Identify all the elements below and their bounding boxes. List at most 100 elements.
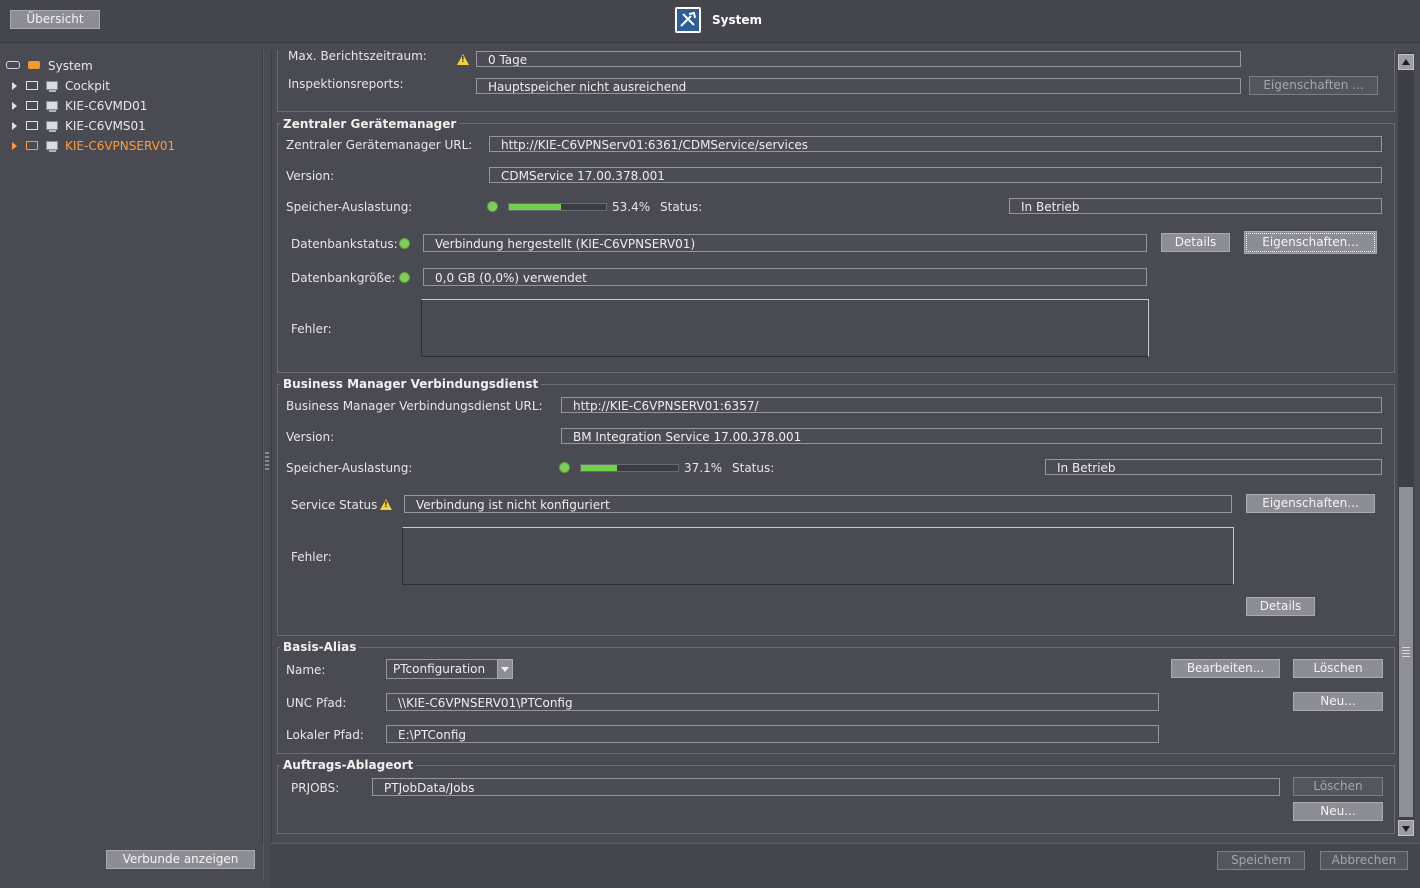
network-icon: [6, 61, 20, 69]
jobs-prjobs-label: PRJOBS:: [291, 781, 340, 795]
tree-item-system[interactable]: System: [6, 57, 206, 75]
status-ok-icon: [487, 201, 498, 212]
bmc-properties-button[interactable]: Eigenschaften...: [1246, 494, 1375, 513]
cdm-db-status-field[interactable]: Verbindung hergestellt (KIE-C6VPNSERV01): [423, 234, 1147, 252]
window-title: System: [712, 13, 762, 27]
jobs-group: [277, 765, 1395, 834]
computer-icon: [46, 141, 58, 152]
jobs-prjobs-field[interactable]: PTJobData/Jobs: [372, 778, 1280, 796]
jobs-new-button[interactable]: Neu...: [1293, 802, 1383, 821]
save-button[interactable]: Speichern: [1217, 851, 1305, 870]
bmc-service-status-field[interactable]: Verbindung ist nicht konfiguriert: [404, 495, 1232, 513]
bmc-error-label: Fehler:: [291, 550, 332, 564]
overview-button[interactable]: Übersicht: [10, 10, 100, 29]
bottom-bar: Speichern Abbrechen: [270, 843, 1420, 888]
inspection-reports-field[interactable]: Hauptspeicher nicht ausreichend: [476, 78, 1241, 94]
panel-splitter[interactable]: [263, 50, 272, 880]
tree-item-label: KIE-C6VPNSERV01: [65, 139, 176, 153]
bmc-memory-percent: 37.1%: [684, 461, 723, 475]
cdm-group-title: Zentraler Gerätemanager: [280, 117, 460, 131]
bmc-memory-bar: [580, 464, 679, 472]
tree-item-label: Cockpit: [65, 79, 110, 93]
cdm-status-field[interactable]: In Betrieb: [1009, 198, 1382, 214]
scrollbar-thumb[interactable]: [1399, 487, 1413, 817]
bmc-url-label: Business Manager Verbindungsdienst URL:: [286, 399, 543, 413]
tree-expand-icon[interactable]: [12, 142, 17, 150]
cdm-memory-bar: [508, 203, 607, 211]
tree-expand-icon[interactable]: [12, 82, 17, 90]
bmc-details-button[interactable]: Details: [1246, 597, 1315, 616]
cdm-memory-label: Speicher-Auslastung:: [286, 200, 413, 214]
bmc-service-status-label: Service Status: [291, 498, 378, 512]
report-period-field[interactable]: 0 Tage: [476, 51, 1241, 67]
dropdown-arrow-icon[interactable]: [497, 659, 513, 679]
bmc-url-field[interactable]: http://KIE-C6VPNSERV01:6357/: [561, 397, 1382, 413]
bmc-memory-label: Speicher-Auslastung:: [286, 461, 413, 475]
cdm-db-status-label: Datenbankstatus:: [291, 237, 398, 251]
bmc-error-textarea[interactable]: [402, 527, 1234, 585]
inspection-properties-button[interactable]: Eigenschaften ...: [1249, 76, 1378, 95]
bmc-memory-bar-fill: [581, 465, 617, 471]
tree-item-kie-c6vpnserv01[interactable]: KIE-C6VPNSERV01: [12, 137, 212, 155]
cdm-error-label: Fehler:: [291, 322, 332, 336]
system-icon: [675, 7, 701, 33]
cdm-details-button[interactable]: Details: [1161, 233, 1230, 252]
status-ok-icon: [559, 462, 570, 473]
alias-name-label: Name:: [286, 663, 326, 677]
report-period-label: Max. Berichtszeitraum:: [288, 50, 427, 63]
top-bar: Übersicht System: [0, 0, 1420, 43]
alias-new-button[interactable]: Neu...: [1293, 692, 1383, 711]
vertical-scrollbar[interactable]: [1398, 52, 1414, 836]
navigation-panel: System Cockpit KIE-C6VMD01 KIE-C6VMS01 K…: [0, 50, 263, 869]
tree-item-cockpit[interactable]: Cockpit: [12, 77, 212, 95]
bmc-group-title: Business Manager Verbindungsdienst: [280, 377, 542, 391]
cdm-url-field[interactable]: http://KIE-C6VPNServ01:6361/CDMService/s…: [489, 136, 1382, 152]
jobs-delete-button[interactable]: Löschen: [1293, 777, 1383, 796]
tree-item-label: System: [48, 59, 93, 73]
computer-icon: [46, 121, 58, 132]
folder-icon: [26, 101, 38, 110]
cdm-properties-button[interactable]: Eigenschaften...: [1244, 231, 1377, 254]
cdm-db-size-field[interactable]: 0,0 GB (0,0%) verwendet: [423, 268, 1147, 286]
cdm-version-label: Version:: [286, 169, 335, 183]
computer-icon: [46, 101, 58, 112]
warning-icon: [380, 499, 392, 510]
cdm-status-label: Status:: [660, 200, 703, 214]
cdm-error-textarea[interactable]: [421, 299, 1149, 357]
status-ok-icon: [399, 272, 410, 283]
cdm-version-field[interactable]: CDMService 17.00.378.001: [489, 167, 1382, 183]
bmc-status-field[interactable]: In Betrieb: [1045, 459, 1382, 475]
cdm-url-label: Zentraler Gerätemanager URL:: [286, 138, 473, 152]
bmc-version-label: Version:: [286, 430, 335, 444]
alias-delete-button[interactable]: Löschen: [1293, 659, 1383, 678]
cancel-button[interactable]: Abbrechen: [1320, 851, 1408, 870]
alias-edit-button[interactable]: Bearbeiten...: [1171, 659, 1280, 678]
tree-item-kie-c6vms01[interactable]: KIE-C6VMS01: [12, 117, 212, 135]
alias-group-title: Basis-Alias: [280, 640, 360, 654]
status-ok-icon: [399, 238, 410, 249]
tree-expand-icon[interactable]: [12, 122, 17, 130]
inspection-reports-label: Inspektionsreports:: [288, 77, 404, 91]
alias-local-label: Lokaler Pfad:: [286, 728, 364, 742]
alias-local-field[interactable]: E:\PTConfig: [386, 725, 1159, 743]
jobs-group-title: Auftrags-Ablageort: [280, 758, 417, 772]
tree-expand-icon[interactable]: [12, 102, 17, 110]
cdm-db-size-label: Datenbankgröße:: [291, 271, 396, 285]
alias-unc-field[interactable]: \\KIE-C6VPNSERV01\PTConfig: [386, 693, 1159, 711]
folder-icon: [26, 121, 38, 130]
alias-name-select[interactable]: PTconfiguration: [386, 659, 498, 679]
warning-icon: [457, 54, 469, 65]
alias-unc-label: UNC Pfad:: [286, 696, 347, 710]
computer-icon: [46, 81, 58, 92]
system-icon: [28, 61, 40, 69]
tree-item-label: KIE-C6VMS01: [65, 119, 146, 133]
cdm-memory-percent: 53.4%: [612, 200, 651, 214]
bmc-version-field[interactable]: BM Integration Service 17.00.378.001: [561, 428, 1382, 444]
tree-item-kie-c6vmd01[interactable]: KIE-C6VMD01: [12, 97, 212, 115]
bmc-status-label: Status:: [732, 461, 775, 475]
scroll-up-icon[interactable]: [1398, 54, 1414, 70]
scroll-down-icon[interactable]: [1398, 820, 1414, 836]
folder-icon: [26, 81, 38, 90]
cdm-memory-bar-fill: [509, 204, 561, 210]
show-groups-button[interactable]: Verbunde anzeigen: [106, 850, 255, 869]
